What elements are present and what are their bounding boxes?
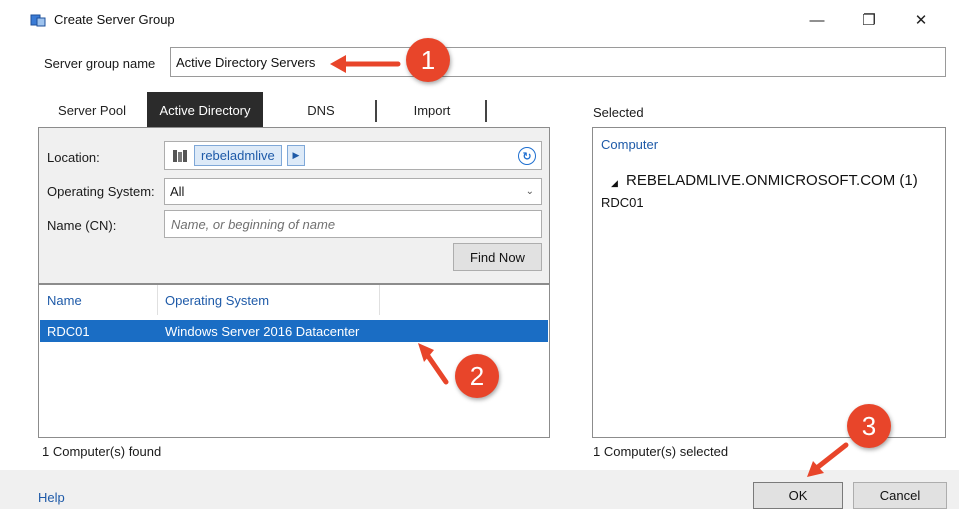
server-group-name-label: Server group name (44, 56, 156, 71)
column-divider (379, 285, 380, 315)
refresh-icon[interactable]: ↻ (518, 147, 536, 165)
window-title: Create Server Group (54, 12, 175, 27)
create-server-group-dialog: Create Server Group — ❐ ✕ Server group n… (0, 0, 959, 509)
maximize-button[interactable]: ❐ (846, 6, 892, 34)
operating-system-label: Operating System: (47, 184, 155, 199)
column-header-computer[interactable]: Computer (601, 137, 658, 152)
search-panel: Location: rebeladmlive ▶ ↻ Operating Sys… (38, 127, 550, 284)
server-manager-icon (30, 14, 46, 27)
tab-active-directory[interactable]: Active Directory (147, 92, 263, 128)
collapse-triangle-icon[interactable]: ◢ (611, 178, 618, 189)
tab-separator (485, 100, 487, 122)
name-cn-label: Name (CN): (47, 218, 117, 233)
location-breadcrumb[interactable]: rebeladmlive (194, 145, 282, 166)
computers-found-status: 1 Computer(s) found (42, 444, 162, 459)
selected-domain-group[interactable]: REBELADMLIVE.ONMICROSOFT.COM (1) (626, 172, 918, 189)
dialog-footer: Help OK Cancel (0, 470, 959, 509)
table-row[interactable]: RDC01 Windows Server 2016 Datacenter (40, 320, 548, 342)
operating-system-value: All (170, 184, 185, 199)
name-cn-input[interactable] (164, 210, 542, 238)
chevron-down-icon: ⌄ (525, 186, 534, 197)
callout-3-arrow (815, 442, 849, 470)
find-now-button[interactable]: Find Now (453, 243, 542, 271)
close-button[interactable]: ✕ (898, 6, 944, 34)
tab-dns[interactable]: DNS (266, 92, 376, 128)
column-header-name[interactable]: Name (47, 293, 82, 308)
selected-panel: Computer ◢ REBELADMLIVE.ONMICROSOFT.COM … (592, 127, 946, 438)
chevron-right-icon[interactable]: ▶ (287, 145, 305, 166)
callout-badge-1: 1 (406, 38, 450, 82)
selected-computer-item[interactable]: RDC01 (601, 195, 644, 210)
tab-strip: Server Pool Active Directory DNS Import (38, 92, 558, 128)
row-operating-system: Windows Server 2016 Datacenter (165, 324, 360, 339)
computers-selected-status: 1 Computer(s) selected (593, 444, 729, 459)
column-header-operating-system[interactable]: Operating System (165, 293, 269, 308)
location-label: Location: (47, 150, 100, 165)
callout-badge-2: 2 (455, 354, 499, 398)
selected-label: Selected (593, 105, 644, 120)
minimize-button[interactable]: — (794, 6, 840, 34)
column-divider (157, 285, 158, 315)
title-bar: Create Server Group — ❐ ✕ (0, 0, 959, 40)
cancel-button[interactable]: Cancel (853, 482, 947, 509)
tab-separator (375, 100, 377, 122)
tab-import[interactable]: Import (378, 92, 486, 128)
ok-button[interactable]: OK (753, 482, 843, 509)
help-link[interactable]: Help (38, 490, 65, 505)
tab-server-pool[interactable]: Server Pool (38, 92, 146, 128)
location-picker[interactable]: rebeladmlive ▶ ↻ (164, 141, 542, 170)
domain-icon (173, 150, 187, 162)
row-name: RDC01 (47, 324, 90, 339)
server-group-name-input[interactable] (170, 47, 946, 77)
operating-system-select[interactable]: All ⌄ (164, 178, 542, 205)
callout-badge-3: 3 (847, 404, 891, 448)
